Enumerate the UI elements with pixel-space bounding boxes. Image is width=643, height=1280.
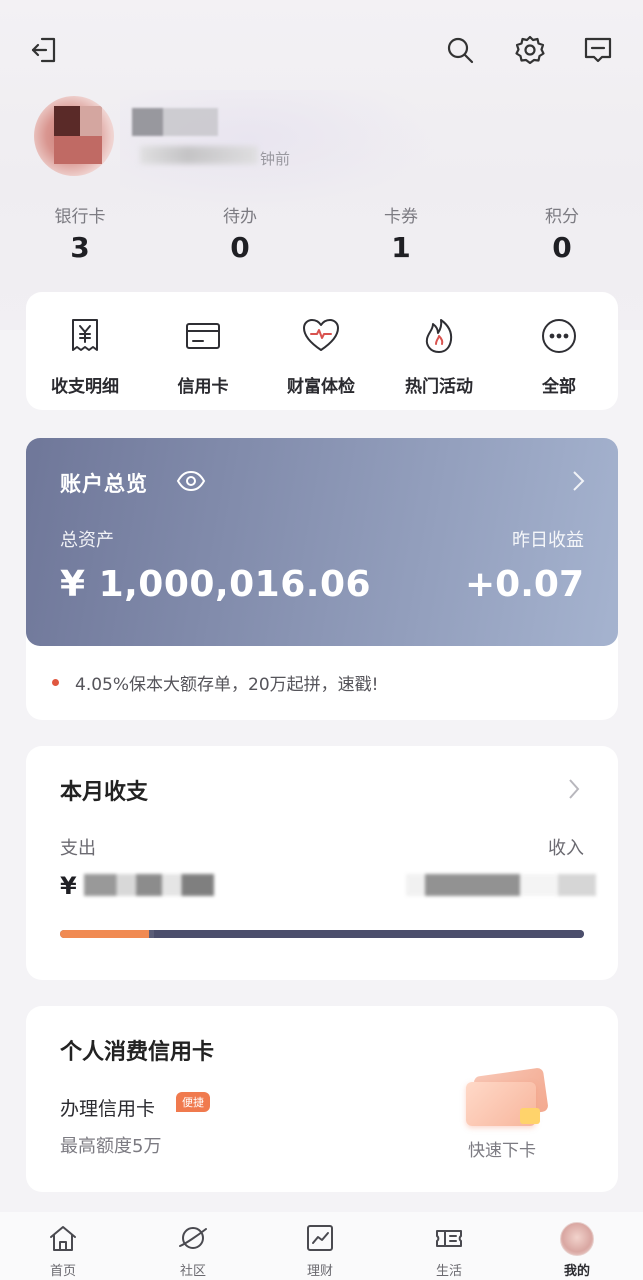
stat-label: 卡券	[384, 207, 418, 227]
chevron-right-icon[interactable]	[568, 468, 588, 494]
quick-menu: 收支明细 信用卡 财富体检 热门活动 全部	[26, 292, 618, 410]
tab-community[interactable]: 社区	[148, 1222, 238, 1279]
expense-value-masked	[84, 874, 214, 896]
quick-item-label: 热门活动	[405, 377, 473, 397]
home-icon	[46, 1222, 80, 1256]
message-icon[interactable]	[580, 32, 616, 68]
quick-item-transactions[interactable]: 收支明细	[30, 314, 140, 397]
search-icon[interactable]	[442, 32, 478, 68]
stat-label: 积分	[545, 207, 579, 227]
expense-label: 支出	[60, 838, 96, 859]
quick-item-label: 收支明细	[51, 377, 119, 397]
income-value-masked	[406, 874, 596, 896]
monthly-summary-title: 本月收支	[60, 780, 149, 805]
heart-pulse-icon	[299, 314, 343, 358]
user-avatar[interactable]	[34, 96, 114, 176]
yesterday-earnings-value: +0.07	[465, 564, 584, 605]
stats-row: 银行卡 3 待办 0 卡券 1 积分 0	[0, 202, 643, 272]
top-bar	[0, 26, 643, 76]
user-info-masked	[140, 146, 258, 164]
chevron-right-icon[interactable]	[566, 776, 582, 802]
avatar	[560, 1222, 594, 1256]
stat-label: 银行卡	[54, 207, 106, 227]
promo-banner[interactable]: 4.05%保本大额存单，20万起拼，速戳!	[52, 670, 378, 695]
bottom-tab-bar: 首页 社区 理财 生活 我的	[0, 1212, 643, 1280]
stat-bank-cards[interactable]: 银行卡 3	[30, 202, 130, 264]
credit-card-offer[interactable]: 个人消费信用卡 办理信用卡 便捷 最高额度5万 快速下卡	[26, 1006, 618, 1192]
stat-todo[interactable]: 待办 0	[190, 202, 290, 264]
receipt-icon	[63, 314, 107, 358]
eye-icon[interactable]	[176, 468, 206, 494]
total-assets-value: ¥ 1,000,016.06	[60, 564, 372, 605]
income-expense-bar	[60, 930, 584, 938]
user-name-masked	[132, 108, 218, 136]
tab-label: 社区	[179, 1264, 206, 1279]
stat-value: 1	[391, 231, 411, 264]
account-overview-title: 账户总览	[60, 472, 148, 496]
credit-limit-text: 最高额度5万	[60, 1136, 162, 1157]
yesterday-earnings-label: 昨日收益	[512, 530, 584, 551]
income-bar-segment	[154, 930, 584, 938]
convenient-badge: 便捷	[176, 1092, 210, 1112]
gear-icon[interactable]	[512, 32, 548, 68]
quick-item-label: 信用卡	[177, 377, 229, 397]
tab-life[interactable]: 生活	[404, 1222, 494, 1279]
promo-dot	[52, 679, 59, 686]
quick-item-credit-card[interactable]: 信用卡	[148, 314, 258, 397]
promo-text: 4.05%保本大额存单，20万起拼，速戳!	[75, 675, 379, 695]
tab-label: 生活	[435, 1264, 462, 1279]
expense-bar-segment	[60, 930, 150, 938]
account-overview-banner[interactable]: 账户总览 总资产 昨日收益 ¥ 1,000,016.06 +0.07	[26, 438, 618, 646]
stat-value: 3	[70, 231, 90, 264]
stat-points[interactable]: 积分 0	[512, 202, 612, 264]
quick-item-wealth-check[interactable]: 财富体检	[266, 314, 376, 397]
flame-icon	[417, 314, 461, 358]
tab-wealth[interactable]: 理财	[275, 1222, 365, 1279]
stat-coupons[interactable]: 卡券 1	[351, 202, 451, 264]
credit-product-name: 办理信用卡	[60, 1098, 156, 1120]
stat-label: 待办	[223, 207, 257, 227]
credit-offer-title: 个人消费信用卡	[60, 1040, 215, 1065]
quick-item-label: 全部	[542, 377, 576, 397]
expense-currency: ¥	[60, 872, 77, 900]
tab-me[interactable]: 我的	[532, 1222, 622, 1279]
quick-item-hot-events[interactable]: 热门活动	[384, 314, 494, 397]
quick-item-label: 财富体检	[287, 377, 355, 397]
tab-label: 理财	[306, 1264, 333, 1279]
more-dots-icon	[537, 314, 581, 358]
income-label: 收入	[548, 838, 584, 859]
tab-home[interactable]: 首页	[18, 1222, 108, 1279]
tab-label: 首页	[49, 1264, 76, 1279]
last-login-time: 钟前	[260, 150, 291, 168]
credit-card-icon	[181, 314, 225, 358]
credit-card-illustration	[466, 1067, 550, 1130]
total-assets-label: 总资产	[60, 530, 114, 551]
ticket-icon	[432, 1222, 466, 1256]
quick-item-all[interactable]: 全部	[504, 314, 614, 397]
account-overview-card: 账户总览 总资产 昨日收益 ¥ 1,000,016.06 +0.07 4.05%…	[26, 438, 618, 720]
tab-label: 我的	[563, 1264, 590, 1279]
monthly-summary-card[interactable]: 本月收支 支出 收入 ¥	[26, 746, 618, 980]
stat-value: 0	[552, 231, 572, 264]
logout-icon[interactable]	[26, 32, 62, 68]
planet-icon	[176, 1222, 210, 1256]
chart-icon	[303, 1222, 337, 1256]
stat-value: 0	[230, 231, 250, 264]
quick-issue-link[interactable]: 快速下卡	[468, 1136, 536, 1161]
